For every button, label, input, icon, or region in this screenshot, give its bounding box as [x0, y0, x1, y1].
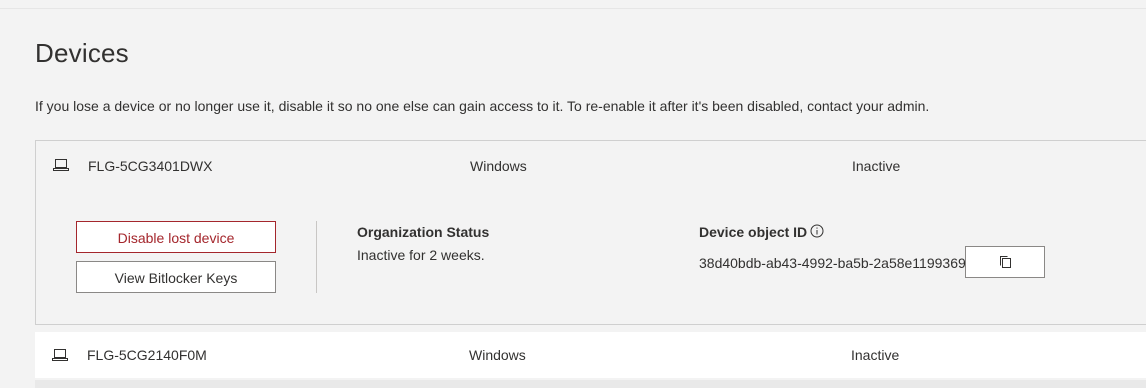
device-row-collapsed[interactable]: FLG-5CG2140F0M Windows Inactive — [35, 332, 1146, 378]
device-os: Windows — [470, 158, 527, 174]
device-status: Inactive — [852, 158, 901, 174]
page-intro-text: If you lose a device or no longer use it… — [35, 98, 930, 114]
device-name: FLG-5CG2140F0M — [87, 347, 207, 363]
device-object-id-label: Device object ID — [699, 224, 808, 240]
top-divider — [0, 8, 1146, 9]
disable-lost-device-button[interactable]: Disable lost device — [76, 221, 276, 253]
device-row-header[interactable]: FLG-5CG3401DWX Windows Inactive — [36, 141, 1146, 189]
copy-icon — [1000, 256, 1011, 268]
organization-status-value: Inactive for 2 weeks. — [357, 247, 485, 263]
next-row-edge — [35, 380, 1146, 388]
copy-object-id-button[interactable] — [965, 246, 1045, 278]
section-divider — [316, 221, 317, 293]
device-object-id-value: 38d40bdb-ab43-4992-ba5b-2a58e1199369 — [699, 255, 966, 271]
info-icon[interactable] — [810, 224, 824, 238]
laptop-icon — [52, 349, 68, 361]
organization-status-label: Organization Status — [357, 224, 490, 240]
device-card-expanded: FLG-5CG3401DWX Windows Inactive Disable … — [35, 140, 1146, 325]
device-status: Inactive — [851, 347, 900, 363]
device-os: Windows — [469, 347, 526, 363]
page-title: Devices — [35, 38, 129, 68]
device-name: FLG-5CG3401DWX — [88, 158, 213, 174]
view-bitlocker-keys-button[interactable]: View Bitlocker Keys — [76, 261, 276, 293]
laptop-icon — [53, 159, 69, 171]
